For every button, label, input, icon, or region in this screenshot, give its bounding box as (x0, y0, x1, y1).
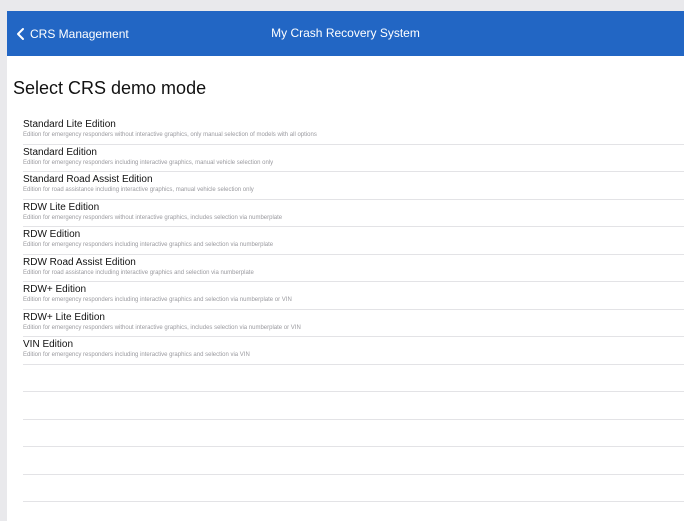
demo-mode-list: Standard Lite Edition Edition for emerge… (23, 117, 684, 502)
navigation-bar: CRS Management My Crash Recovery System (7, 11, 684, 56)
list-item-title: Standard Edition (23, 146, 97, 158)
list-item-subtitle: Edition for road assistance including in… (23, 187, 254, 193)
list-item-subtitle: Edition for emergency responders without… (23, 214, 283, 221)
list-item-standard-road-assist-edition[interactable]: Standard Road Assist Edition Edition for… (23, 172, 684, 200)
list-item-standard-edition[interactable]: Standard Edition Edition for emergency r… (23, 145, 684, 172)
empty-list-row (23, 475, 684, 502)
list-item-subtitle: Edition for emergency responders without… (23, 324, 301, 331)
list-item-subtitle: Edition for emergency responders includi… (23, 242, 274, 248)
page-title: Select CRS demo mode (13, 78, 207, 98)
empty-list-row (23, 420, 684, 447)
list-item-title: RDW Lite Edition (23, 201, 100, 213)
list-item-title: Standard Road Assist Edition (23, 174, 153, 185)
list-item-rdw-road-assist-edition[interactable]: RDW Road Assist Edition Edition for road… (23, 255, 684, 282)
list-item-standard-lite-edition[interactable]: Standard Lite Edition Edition for emerge… (23, 117, 684, 145)
list-item-vin-edition[interactable]: VIN Edition Edition for emergency respon… (23, 337, 684, 365)
back-button-label: CRS Management (30, 26, 129, 41)
list-item-subtitle: Edition for road assistance including in… (23, 269, 254, 276)
list-item-title: Standard Lite Edition (23, 119, 116, 130)
back-button[interactable]: CRS Management (14, 11, 129, 56)
list-item-title: RDW Edition (23, 229, 81, 240)
list-item-title: VIN Edition (23, 339, 74, 350)
list-item-rdw-lite-edition[interactable]: RDW Lite Edition Edition for emergency r… (23, 200, 684, 227)
list-item-title: RDW+ Edition (23, 284, 87, 295)
list-item-subtitle: Edition for emergency responders includi… (23, 297, 292, 303)
list-item-subtitle: Edition for emergency responders includi… (23, 159, 274, 166)
empty-list-row (23, 365, 684, 392)
list-item-title: RDW Road Assist Edition (23, 256, 136, 268)
empty-list-row (23, 447, 684, 475)
list-item-subtitle: Edition for emergency responders without… (23, 132, 317, 138)
list-item-subtitle: Edition for emergency responders includi… (23, 352, 250, 358)
app-screen: CRS Management My Crash Recovery System … (7, 11, 684, 521)
chevron-left-icon (17, 27, 24, 40)
list-item-title: RDW+ Lite Edition (23, 311, 105, 323)
list-item-rdw-edition[interactable]: RDW Edition Edition for emergency respon… (23, 227, 684, 255)
empty-list-row (23, 392, 684, 420)
list-item-rdw-plus-lite-edition[interactable]: RDW+ Lite Edition Edition for emergency … (23, 310, 684, 337)
list-item-rdw-plus-edition[interactable]: RDW+ Edition Edition for emergency respo… (23, 282, 684, 310)
